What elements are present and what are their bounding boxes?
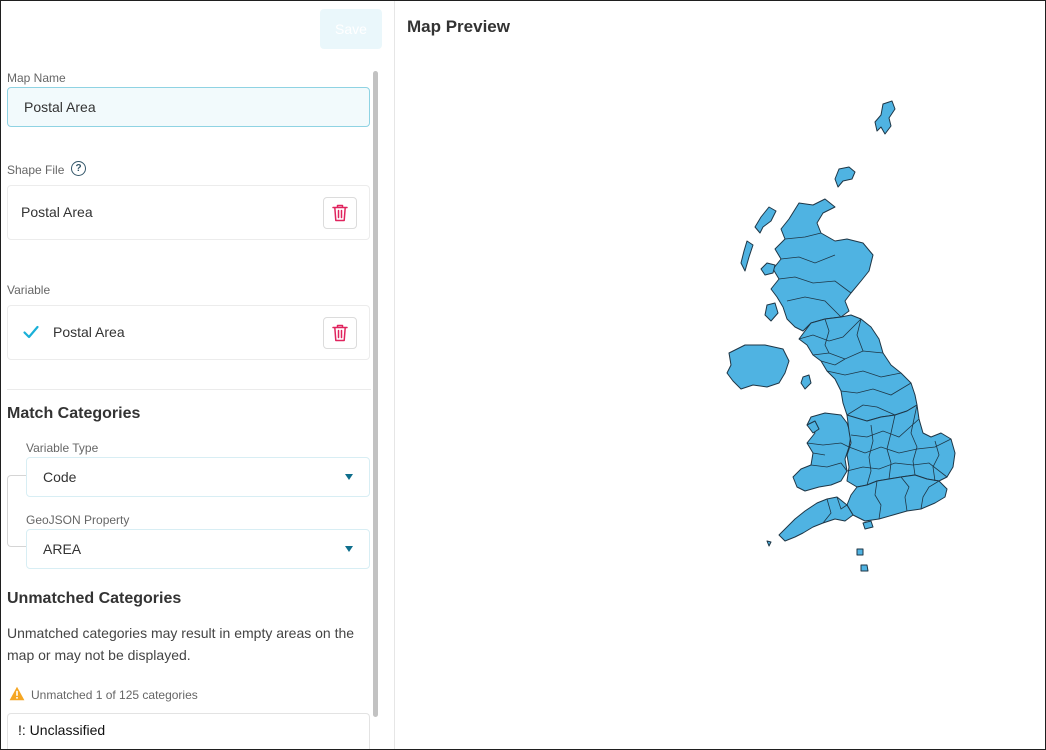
map-region-orkney bbox=[834, 166, 856, 188]
map-region-channel-islands bbox=[856, 548, 864, 556]
warning-triangle-icon bbox=[9, 686, 25, 701]
variable-value: Postal Area bbox=[53, 324, 125, 340]
save-button[interactable]: Save bbox=[320, 9, 382, 49]
map-region-inner-hebrides bbox=[760, 262, 776, 276]
variable-card: Postal Area bbox=[7, 305, 370, 360]
variable-type-select[interactable]: Code bbox=[26, 457, 370, 497]
map-name-label: Map Name bbox=[7, 71, 66, 85]
match-categories-title: Match Categories bbox=[7, 405, 141, 422]
unmatched-description: Unmatched categories may result in empty… bbox=[7, 625, 355, 663]
map-region-scilly bbox=[766, 540, 772, 547]
map-region-shetland bbox=[874, 100, 896, 135]
geojson-property-label: GeoJSON Property bbox=[26, 513, 130, 527]
map-region-outer-hebrides-north bbox=[754, 206, 777, 234]
map-region-arran bbox=[764, 302, 779, 322]
variable-type-label: Variable Type bbox=[26, 441, 99, 455]
variable-type-value: Code bbox=[43, 469, 77, 485]
map-region-wales bbox=[792, 412, 852, 492]
map-region-isle-of-man bbox=[800, 374, 812, 390]
section-divider bbox=[7, 389, 371, 390]
uk-postal-area-map[interactable] bbox=[395, 1, 1045, 749]
unmatched-categories-title: Unmatched Categories bbox=[7, 590, 182, 607]
shape-file-value: Postal Area bbox=[21, 204, 93, 220]
unmatched-list-item[interactable]: !: Unclassified bbox=[7, 713, 370, 749]
map-region-isle-of-wight bbox=[862, 520, 874, 530]
geojson-property-value: AREA bbox=[43, 541, 82, 557]
unmatched-count: Unmatched 1 of 125 categories bbox=[31, 688, 198, 702]
caret-down-icon bbox=[345, 546, 353, 552]
map-preview-panel: Map Preview bbox=[395, 1, 1045, 749]
delete-variable-button[interactable] bbox=[323, 317, 357, 349]
trash-icon bbox=[332, 324, 348, 342]
map-settings-panel: Save Map Name Postal Area Shape File ? P… bbox=[1, 1, 394, 749]
map-name-input[interactable]: Postal Area bbox=[7, 87, 370, 127]
question-circle-icon[interactable]: ? bbox=[71, 161, 86, 176]
delete-shape-file-button[interactable] bbox=[323, 197, 357, 229]
variable-label: Variable bbox=[7, 283, 51, 297]
map-region-jersey bbox=[860, 564, 869, 572]
map-region-outer-hebrides-south bbox=[740, 240, 754, 272]
map-region-scotland bbox=[770, 198, 874, 332]
geojson-property-select[interactable]: AREA bbox=[26, 529, 370, 569]
trash-icon bbox=[332, 204, 348, 222]
check-icon bbox=[23, 325, 39, 339]
map-region-south-west bbox=[778, 496, 854, 542]
caret-down-icon bbox=[345, 474, 353, 480]
shape-file-card: Postal Area bbox=[7, 185, 370, 240]
scrollbar-thumb[interactable] bbox=[373, 71, 378, 717]
map-region-northern-ireland bbox=[726, 344, 790, 390]
shape-file-label: Shape File bbox=[7, 163, 65, 177]
